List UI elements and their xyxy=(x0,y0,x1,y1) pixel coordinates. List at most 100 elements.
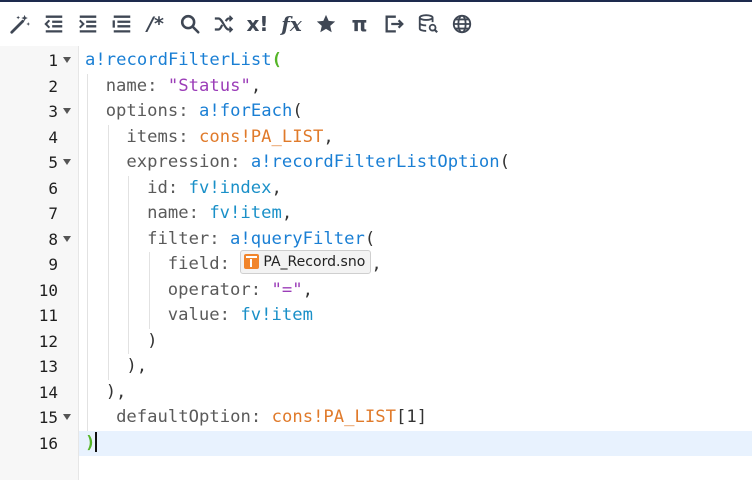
magic-wand-button[interactable] xyxy=(6,9,33,39)
indent-button[interactable] xyxy=(74,9,101,39)
text-cursor xyxy=(95,431,97,452)
code-line[interactable]: 1 a!recordFilterList( xyxy=(0,48,752,74)
code-token: ( xyxy=(364,228,376,249)
align-lines-button[interactable] xyxy=(108,9,135,39)
code-token: expression: xyxy=(126,152,251,172)
code-line[interactable]: 9 field: PA_Record.sno, xyxy=(0,250,752,278)
line-number: 15 xyxy=(38,408,58,427)
code-text: expression: a!recordFilterListOption( xyxy=(126,150,510,176)
magic-wand-icon xyxy=(9,13,31,35)
code-line-content[interactable]: ) xyxy=(79,328,752,355)
code-line[interactable]: 7 name: fv!item, xyxy=(0,201,752,227)
code-token: , xyxy=(302,279,313,300)
fold-toggle-icon[interactable] xyxy=(63,414,71,420)
code-line-content[interactable]: name: fv!item, xyxy=(79,201,752,227)
indent-guide xyxy=(107,201,109,227)
star-button[interactable] xyxy=(312,9,339,39)
indent-guide xyxy=(128,303,130,329)
code-token: ) xyxy=(85,432,96,453)
code-line[interactable]: 15 defaultOption: cons!PA_LIST[1] xyxy=(0,405,752,431)
code-token: a!recordFilterList xyxy=(85,50,272,70)
code-line[interactable]: 3 options: a!forEach( xyxy=(0,99,752,125)
indent-guide xyxy=(87,303,88,329)
code-token: , xyxy=(271,177,282,198)
code-line[interactable]: 6 id: fv!index, xyxy=(0,175,752,202)
indent-guide xyxy=(87,405,88,431)
indent-guide xyxy=(87,354,88,380)
fold-toggle-icon[interactable] xyxy=(63,57,71,63)
code-line[interactable]: 2 name: "Status", xyxy=(0,73,752,99)
comment-icon: /* xyxy=(147,12,164,35)
code-line[interactable]: 5 expression: a!recordFilterListOption( xyxy=(0,150,752,176)
code-token: , xyxy=(323,126,334,147)
code-token: ), xyxy=(126,356,148,376)
shuffle-button[interactable] xyxy=(210,9,237,39)
line-number: 14 xyxy=(38,382,58,402)
code-line[interactable]: 10 operator: "=", xyxy=(0,277,752,303)
code-token: a!recordFilterListOption xyxy=(250,152,500,172)
pi-constant-button[interactable]: π xyxy=(346,9,373,39)
code-token: [1] xyxy=(396,407,428,427)
code-line-content[interactable]: id: fv!index, xyxy=(79,175,752,202)
code-line-content[interactable]: name: "Status", xyxy=(79,73,752,99)
code-line-content[interactable]: operator: "=", xyxy=(79,277,752,303)
code-line-content[interactable]: ), xyxy=(79,354,752,380)
comment-button[interactable]: /* xyxy=(142,9,169,39)
export-icon xyxy=(383,13,405,35)
code-token: cons!PA_LIST xyxy=(271,407,397,427)
code-line-content[interactable]: expression: a!recordFilterListOption( xyxy=(79,150,752,176)
code-text: ) xyxy=(147,329,157,355)
indent-guide xyxy=(87,124,88,150)
code-token: fv!item xyxy=(240,305,313,325)
code-line-content[interactable]: filter: a!queryFilter( xyxy=(79,226,752,252)
code-text: name: fv!item, xyxy=(147,201,292,227)
outdent-button[interactable] xyxy=(40,9,67,39)
code-token: ), xyxy=(105,381,127,402)
code-line-content[interactable]: a!recordFilterList( xyxy=(79,48,752,74)
code-line[interactable]: 16) xyxy=(0,430,752,456)
line-number: 13 xyxy=(38,357,58,376)
code-line[interactable]: 4 items: cons!PA_LIST, xyxy=(0,124,752,150)
globe-button[interactable] xyxy=(448,9,475,39)
code-line[interactable]: 13), xyxy=(0,354,752,380)
code-editor[interactable]: 1 a!recordFilterList(2 name: "Status", 3 opt… xyxy=(0,46,752,480)
code-line-content[interactable]: items: cons!PA_LIST, xyxy=(79,124,752,150)
fold-toggle-icon[interactable] xyxy=(63,159,71,165)
fold-toggle-icon[interactable] xyxy=(63,108,71,114)
code-line-content[interactable]: ) xyxy=(79,430,752,456)
indent-guide xyxy=(149,303,151,329)
indent-guide xyxy=(87,175,88,201)
code-line-content[interactable]: defaultOption: cons!PA_LIST[1] xyxy=(79,405,752,431)
indent-guide xyxy=(128,252,130,278)
code-token: fv!item xyxy=(209,203,282,223)
line-number: 10 xyxy=(38,280,58,300)
code-line-content[interactable]: value: fv!item xyxy=(79,303,752,329)
fold-toggle-icon[interactable] xyxy=(63,235,71,242)
record-field-chip[interactable]: PA_Record.sno xyxy=(240,250,372,274)
function-button[interactable]: fx xyxy=(278,9,305,39)
code-token: , xyxy=(281,203,293,223)
code-line[interactable]: 12) xyxy=(0,328,752,355)
indent-guide xyxy=(128,226,130,252)
code-text: id: fv!index, xyxy=(147,176,282,202)
line-number: 1 xyxy=(48,51,58,70)
search-button[interactable] xyxy=(176,9,203,39)
indent-guide xyxy=(128,277,130,303)
code-text: field: PA_Record.sno, xyxy=(168,250,382,278)
code-token: a!queryFilter xyxy=(230,228,365,249)
database-search-button[interactable] xyxy=(414,9,441,39)
code-line[interactable]: 14), xyxy=(0,379,752,405)
code-line-content[interactable]: ), xyxy=(79,379,752,405)
align-lines-icon xyxy=(111,13,133,35)
export-button[interactable] xyxy=(380,9,407,39)
indent-guide xyxy=(107,150,109,176)
code-line-content[interactable]: field: PA_Record.sno, xyxy=(79,250,752,278)
code-line[interactable]: 11 value: fv!item xyxy=(0,303,752,329)
globe-icon xyxy=(451,13,473,35)
editor-toolbar: /* x! fx π xyxy=(0,0,752,46)
code-line[interactable]: 8 filter: a!queryFilter( xyxy=(0,226,752,252)
local-variable-button[interactable]: x! xyxy=(244,9,271,39)
indent-guide xyxy=(87,277,88,303)
line-number: 9 xyxy=(48,255,58,274)
code-line-content[interactable]: options: a!forEach( xyxy=(79,99,752,125)
